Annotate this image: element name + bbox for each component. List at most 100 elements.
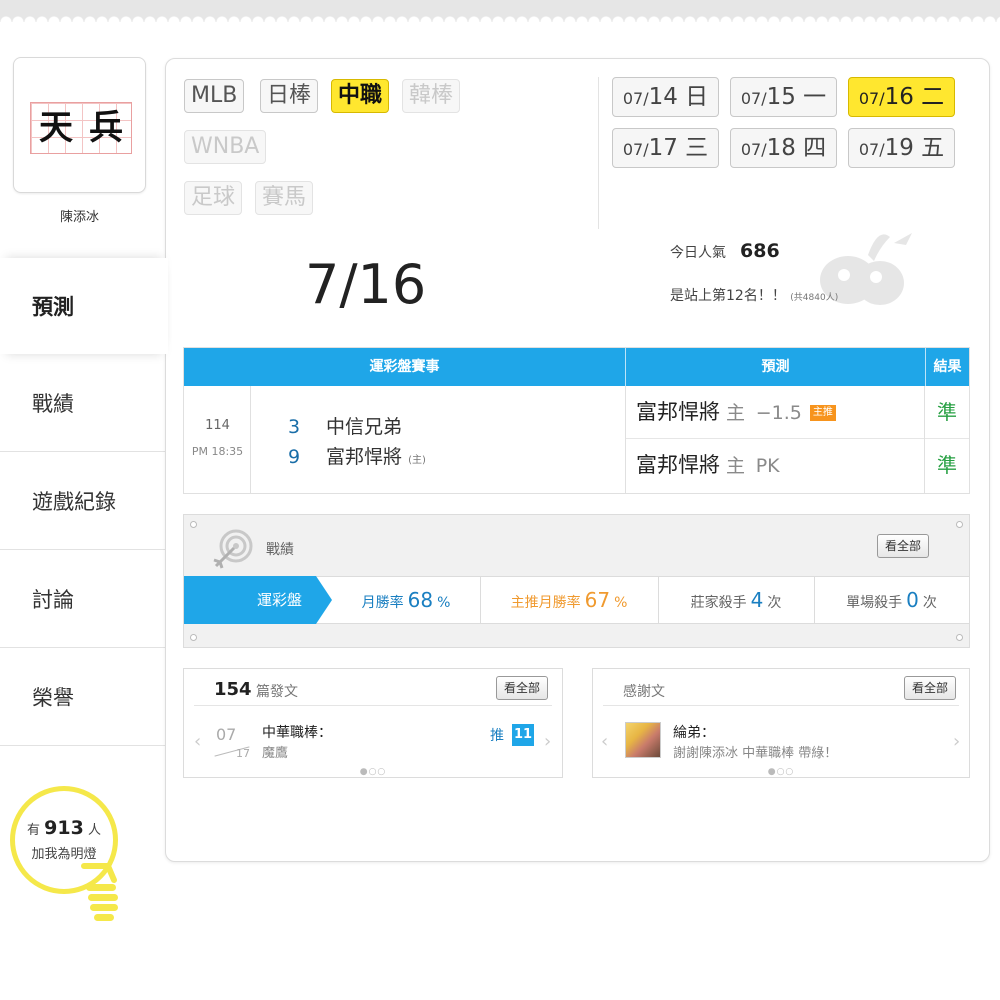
date-weekday: 日 xyxy=(677,84,709,110)
stat-label: 主推月勝率 xyxy=(510,595,581,611)
thanks-pager-dots[interactable]: ●○○ xyxy=(768,767,795,777)
stat-unit: 次 xyxy=(767,595,782,611)
divider xyxy=(194,705,552,706)
posts-pager-dots[interactable]: ●○○ xyxy=(360,767,387,777)
username[interactable]: 陳添冰 xyxy=(13,206,146,225)
corner-dot xyxy=(956,634,963,641)
stat-value: 68 xyxy=(407,588,434,612)
date-month: 07/ xyxy=(622,89,649,108)
nav-item-game-log[interactable]: 遊戲紀錄 xyxy=(0,452,165,550)
stat-label: 單場殺手 xyxy=(846,595,903,611)
league-tab-npb[interactable]: 日棒 xyxy=(260,79,319,113)
league-tab-mlb[interactable]: MLB xyxy=(184,79,245,113)
fans-count-line: 有 913 人 xyxy=(15,817,113,839)
date-month: 07/ xyxy=(858,89,885,108)
date-0714[interactable]: 07/14 日 xyxy=(612,77,719,117)
popularity-rank-text: 是站上第12名！！ xyxy=(670,288,786,304)
date-weekday: 五 xyxy=(913,135,945,161)
sidebar-nav: 預測 戰績 遊戲紀錄 討論 榮譽 xyxy=(0,258,168,746)
prediction-side: 主 xyxy=(726,402,746,424)
date-month: 07/ xyxy=(622,140,649,159)
fans-count: 913 xyxy=(44,817,84,839)
date-day: 16 xyxy=(884,84,914,110)
posts-count: 154 xyxy=(214,679,252,700)
avatar: 天 兵 xyxy=(30,102,132,154)
thanks-view-all-button[interactable]: 看全部 xyxy=(904,676,957,700)
stat-value: 67 xyxy=(584,588,611,612)
league-tab-horse-racing: 賽馬 xyxy=(255,181,314,215)
avatar-char-1: 天 xyxy=(39,108,73,148)
date-month: 07/ xyxy=(740,89,767,108)
date-day: 17 xyxy=(648,135,678,161)
prediction-line: −1.5 xyxy=(755,402,802,424)
date-weekday: 四 xyxy=(795,135,827,161)
prediction-row-spread: 富邦悍將主 −1.5 主推 xyxy=(626,386,924,439)
stat-unit: 次 xyxy=(922,595,937,611)
main-pick-badge: 主推 xyxy=(809,405,836,421)
header-result: 結果 xyxy=(933,359,962,375)
header-event: 運彩盤賽事 xyxy=(369,359,440,375)
popularity-label: 今日人氣 xyxy=(670,245,726,261)
header-prediction: 預測 xyxy=(761,359,790,375)
game-time: PM 18:35 xyxy=(191,445,244,458)
date-month: 07/ xyxy=(858,140,885,159)
date-weekday: 三 xyxy=(677,135,709,161)
fans-caption: 加我為明燈 xyxy=(31,847,97,862)
stat-label: 莊家殺手 xyxy=(690,595,747,611)
thanks-box: 感謝文 看全部 ‹ 綸弟： 謝謝陳添冰 中華職棒 帶綠！ › ●○○ xyxy=(592,668,970,778)
home-team-row: 9 富邦悍將 (主) xyxy=(284,442,426,472)
prediction-row-pk: 富邦悍將主 PK xyxy=(626,439,924,492)
result-cell: 準 xyxy=(937,453,957,477)
chevron-right-icon[interactable]: › xyxy=(953,731,960,752)
mascot-watermark-icon xyxy=(820,233,912,305)
chevron-left-icon[interactable]: ‹ xyxy=(601,731,608,752)
posts-box: 154 篇發文 看全部 ‹ 07 17 中華職棒： 魔鷹 推 11 › ●○○ xyxy=(183,668,563,778)
popularity-value: 686 xyxy=(740,240,780,262)
nav-item-discussion[interactable]: 討論 xyxy=(0,550,165,648)
nav-item-record[interactable]: 戰績 xyxy=(0,354,165,452)
post-title[interactable]: 中華職棒： xyxy=(262,722,332,742)
fans-unit: 人 xyxy=(87,823,101,838)
prediction-team: 富邦悍將 xyxy=(636,453,720,477)
date-0717[interactable]: 07/17 三 xyxy=(612,128,719,168)
post-author: 魔鷹 xyxy=(262,746,289,761)
home-tag: (主) xyxy=(408,455,426,466)
prediction-side: 主 xyxy=(726,455,746,477)
stat-unit: % xyxy=(614,595,628,611)
game-id-cell: 114 PM 18:35 xyxy=(184,386,251,493)
date-day: 14 xyxy=(648,84,678,110)
profile-avatar-card[interactable]: 天 兵 xyxy=(13,57,146,193)
stat-monthly-winrate: 月勝率 68% xyxy=(332,577,480,623)
date-0719[interactable]: 07/19 五 xyxy=(848,128,955,168)
thanks-user-avatar[interactable] xyxy=(625,722,661,758)
lightbulb-base-icon xyxy=(81,863,118,921)
nav-item-honors[interactable]: 榮譽 xyxy=(0,648,165,746)
result-cell: 準 xyxy=(925,386,969,439)
nav-item-predictions[interactable]: 預測 xyxy=(0,258,168,354)
record-stats-bar: 運彩盤 月勝率 68% 主推月勝率 67% 莊家殺手 4 次 單場殺手 0 次 xyxy=(184,576,969,624)
league-tab-cpbl[interactable]: 中職 xyxy=(331,79,390,113)
date-0716[interactable]: 07/16 二 xyxy=(848,77,955,117)
fans-prefix: 有 xyxy=(27,823,41,838)
thanks-user-name: 綸弟： xyxy=(673,725,715,741)
date-0718[interactable]: 07/18 四 xyxy=(730,128,837,168)
chevron-right-icon[interactable]: › xyxy=(544,731,551,752)
record-tab-sports-lottery[interactable]: 運彩盤 xyxy=(184,576,332,624)
prediction-column: 富邦悍將主 −1.5 主推 富邦悍將主 PK xyxy=(625,386,925,493)
record-title: 戰績 xyxy=(266,542,294,558)
record-panel: 戰績 看全部 運彩盤 月勝率 68% 主推月勝率 67% 莊家殺手 4 次 單場殺手 0 次 xyxy=(183,514,970,648)
result-column: 準 準 xyxy=(925,386,969,493)
chevron-left-icon[interactable]: ‹ xyxy=(194,731,201,752)
target-icon xyxy=(213,529,253,569)
push-label: 推 xyxy=(490,728,504,744)
date-0715[interactable]: 07/15 一 xyxy=(730,77,837,117)
divider xyxy=(603,705,959,706)
post-date-month: 07 xyxy=(216,725,237,744)
stat-unit: % xyxy=(437,595,451,611)
away-team-row: 3 中信兄弟 xyxy=(284,412,426,442)
avatar-char-2: 兵 xyxy=(89,108,123,148)
record-view-all-button[interactable]: 看全部 xyxy=(877,534,930,558)
corner-dot xyxy=(190,634,197,641)
posts-view-all-button[interactable]: 看全部 xyxy=(496,676,549,700)
date-day: 19 xyxy=(884,135,914,161)
